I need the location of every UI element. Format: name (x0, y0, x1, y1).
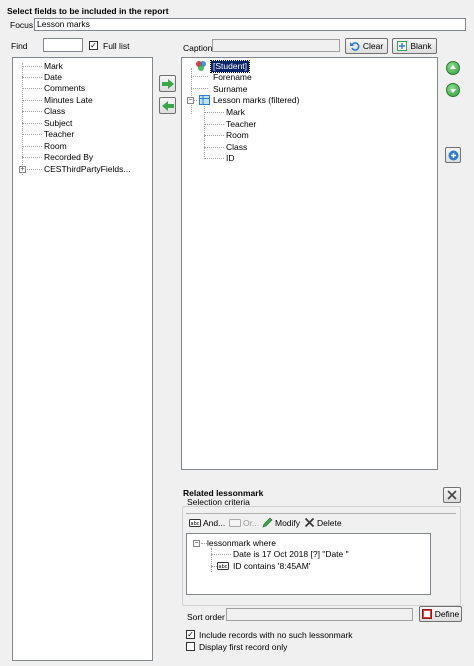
close-icon (447, 490, 457, 500)
properties-button[interactable] (445, 147, 461, 163)
first-record-only-label: Display first record only (199, 642, 288, 652)
expand-icon[interactable]: + (19, 166, 26, 173)
and-label: And... (203, 518, 226, 528)
tree-item[interactable]: Teacher (226, 119, 256, 130)
focus-label: Focus (10, 20, 34, 30)
arrow-down-icon (450, 89, 456, 93)
list-item[interactable]: Recorded By (44, 152, 93, 163)
full-list-label: Full list (103, 41, 130, 51)
arrow-right-icon (161, 78, 174, 89)
tree-item[interactable]: Class (226, 142, 247, 153)
caption-input[interactable] (212, 39, 340, 52)
blank-icon (397, 41, 408, 51)
tree-item[interactable]: Room (226, 130, 249, 141)
or-label: Or... (243, 518, 260, 528)
criteria-item[interactable]: ID contains '8:45AM' (233, 561, 310, 572)
delete-button[interactable]: Delete (304, 517, 342, 528)
tree-item[interactable]: ID (226, 153, 235, 164)
list-item[interactable]: Date (44, 72, 62, 83)
clear-button[interactable]: Clear (345, 38, 388, 54)
focus-field[interactable]: Lesson marks (34, 18, 466, 31)
or-button[interactable]: Or... (229, 518, 259, 528)
define-label: Define (434, 609, 460, 619)
sort-order-label: Sort order (187, 612, 225, 622)
selected-fields-tree[interactable]: [Student] Forename Surname − Lesson mark… (181, 57, 438, 470)
and-button[interactable]: abc And... (189, 518, 225, 528)
criteria-item[interactable]: Date is 17 Oct 2018 [?] "Date " (233, 549, 349, 560)
table-icon (199, 95, 210, 105)
include-no-records-label: Include records with no such lessonmark (199, 630, 353, 640)
list-item[interactable]: CESThirdPartyFields... (44, 164, 130, 175)
criteria-toolbar-divider (186, 513, 456, 514)
first-record-only-checkbox[interactable] (186, 642, 195, 651)
criteria-root[interactable]: lessonmark where (207, 538, 276, 549)
blank-label: Blank (410, 41, 432, 51)
define-icon (421, 609, 432, 619)
delete-icon (304, 517, 315, 528)
move-down-button[interactable] (446, 83, 460, 97)
svg-text:abc: abc (219, 564, 228, 570)
svg-text:abc: abc (191, 521, 200, 527)
focus-value: Lesson marks (37, 19, 90, 29)
close-related-button[interactable] (443, 487, 461, 503)
arrow-left-icon (161, 100, 174, 111)
list-item[interactable]: Comments (44, 83, 85, 94)
collapse-icon[interactable]: − (193, 540, 200, 547)
full-list-checkbox[interactable]: ✓ (89, 41, 98, 50)
include-no-records-checkbox[interactable]: ✓ (186, 630, 195, 639)
list-item[interactable]: Class (44, 106, 65, 117)
modify-label: Modify (275, 517, 301, 528)
blank-button[interactable]: Blank (392, 38, 437, 54)
move-up-button[interactable] (446, 61, 460, 75)
tree-item[interactable]: Forename (213, 72, 252, 83)
clear-label: Clear (362, 41, 384, 51)
abc-icon: abc (217, 562, 229, 570)
undo-icon (349, 42, 360, 51)
abc-disabled-icon (229, 519, 241, 527)
tree-line (22, 63, 23, 175)
list-item[interactable]: Minutes Late (44, 95, 93, 106)
pencil-icon (262, 517, 273, 528)
sort-order-input[interactable] (226, 608, 413, 621)
delete-label: Delete (317, 517, 342, 528)
remove-field-button[interactable] (159, 97, 176, 114)
caption-label: Caption (183, 43, 213, 53)
arrow-up-icon (450, 65, 456, 69)
define-button[interactable]: Define (419, 606, 462, 622)
list-item[interactable]: Mark (44, 61, 63, 72)
criteria-tree[interactable]: − lessonmark where Date is 17 Oct 2018 [… (186, 533, 431, 595)
find-label: Find (11, 41, 28, 51)
list-item[interactable]: Teacher (44, 129, 74, 140)
tree-item[interactable]: Mark (226, 107, 245, 118)
dialog-title: Select fields to be included in the repo… (7, 6, 169, 16)
tree-item[interactable]: Surname (213, 84, 248, 95)
list-item[interactable]: Subject (44, 118, 72, 129)
tree-group-lesson-marks[interactable]: Lesson marks (filtered) (213, 95, 299, 106)
tree-root-student[interactable]: [Student] (209, 60, 251, 73)
collapse-icon[interactable]: − (187, 97, 194, 104)
modify-button[interactable]: Modify (262, 517, 300, 528)
available-fields-list[interactable]: Mark Date Comments Minutes Late Class Su… (12, 57, 153, 661)
properties-icon (448, 150, 458, 160)
list-item[interactable]: Room (44, 141, 67, 152)
add-field-button[interactable] (159, 75, 176, 92)
student-icon (196, 61, 206, 71)
find-input[interactable] (43, 38, 83, 52)
abc-icon: abc (189, 519, 201, 527)
